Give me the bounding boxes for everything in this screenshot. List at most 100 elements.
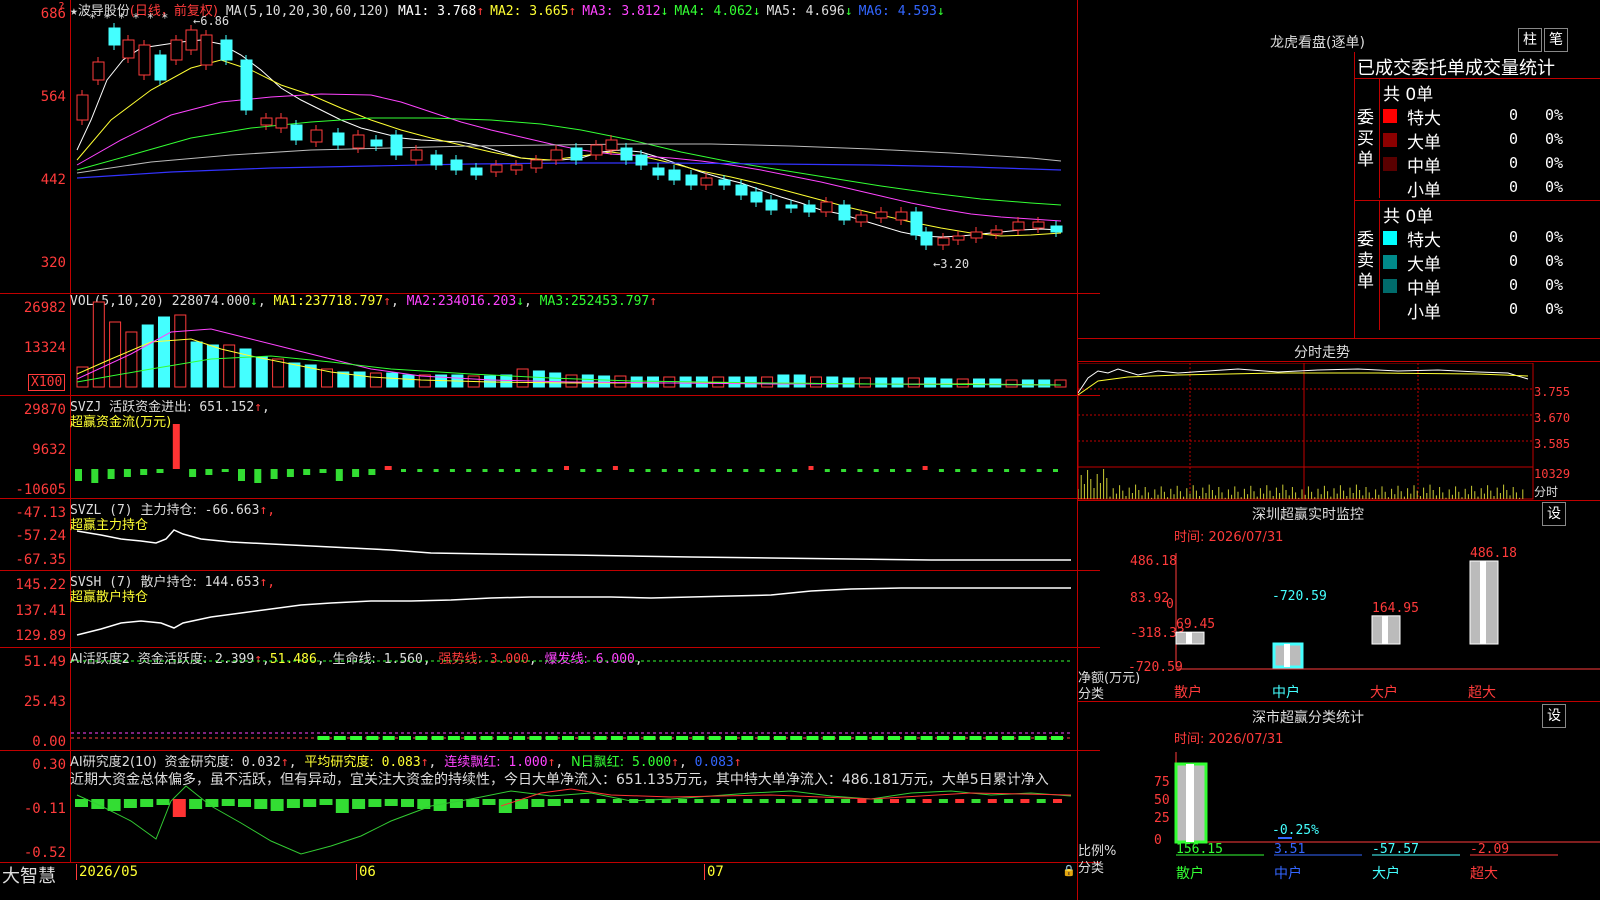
ai-research-bar [1004, 799, 1014, 803]
ai-active-bar [806, 736, 819, 740]
svzj-bar [971, 469, 977, 472]
candle [1012, 221, 1025, 231]
candle [652, 167, 665, 176]
svzj-bar [221, 469, 229, 472]
ai-research-bar [352, 799, 366, 809]
ai-research-bar [971, 799, 981, 803]
svzj-bar [580, 469, 586, 472]
color-swatch [1383, 109, 1397, 123]
svzj-bar [922, 466, 928, 470]
ai-research-bar [221, 799, 235, 806]
svzj-bar [531, 469, 537, 472]
volume-bar [793, 374, 806, 388]
ai-active-bar [1051, 736, 1063, 740]
classify-category: 中户 [1274, 865, 1302, 882]
candle [910, 211, 923, 236]
row-count: 0 [1509, 130, 1519, 148]
volume-bar [353, 371, 366, 388]
volume-bar [1054, 379, 1067, 388]
kline-chart: ←6.86 ←3.20 * * * * * * [76, 11, 1063, 271]
ai-active-bar [415, 736, 428, 740]
svzj-bar [857, 469, 863, 472]
ai-research-bar [612, 799, 622, 803]
ai-active-pane[interactable]: 51.49 25.43 0.00 AI活跃度2 资金活跃度: 2.399↑,51… [0, 648, 1100, 751]
candle [332, 132, 345, 146]
volume-bar [125, 331, 138, 388]
intraday-tick: 3.585 [1534, 437, 1571, 451]
ai-research-bar [498, 799, 512, 813]
classify-panel: 深市超赢分类统计 设 时间: 2026/07/31 比例% 分类 75 50 25 0… [1078, 702, 1600, 900]
row-name: 中单 [1407, 157, 1441, 177]
ai-research-bar [873, 799, 883, 803]
ai-research-bar [531, 799, 545, 807]
intraday-panel[interactable]: 分时走势 3.755 3.670 3.585 10329 分时 [1078, 339, 1600, 501]
classify-settings-button[interactable]: 设 [1542, 704, 1566, 728]
svzj-bar [286, 469, 294, 477]
ai-active-bar [610, 736, 623, 740]
ai-research-pane[interactable]: 0.30 -0.11 -0.52 AI研究度2(10) 资金研究度: 0.032… [0, 751, 1100, 863]
svzj-bar [123, 469, 131, 477]
vol-tick: 26982 [23, 300, 66, 316]
svzl-tick: -47.13 [15, 505, 66, 521]
monitor-category: 散户 [1174, 684, 1202, 701]
ai-research-bar [987, 799, 997, 803]
svzj-bar [547, 469, 553, 472]
svsh-tick: 137.41 [15, 603, 66, 619]
ai-research-bar [743, 799, 753, 803]
monitor-category: 大户 [1370, 684, 1398, 701]
candle [820, 201, 833, 213]
svsh-pane[interactable]: 145.22 137.41 129.89 SVSH (7) 散户持仓: 144.… [0, 571, 1100, 648]
candle [200, 34, 213, 66]
svzl-pane[interactable]: -47.13 -57.24 -67.35 SVZL (7) 主力持仓: -66.… [0, 499, 1100, 571]
ai-research-bar [384, 799, 398, 806]
svzj-bar [466, 469, 472, 472]
candle [450, 159, 463, 171]
svzj-bar [352, 469, 360, 477]
intraday-title: 分时走势 [1294, 345, 1350, 361]
svzj-bar [205, 469, 213, 475]
svzj-bar [906, 469, 912, 472]
tick-mode-button[interactable]: 笔 [1544, 28, 1568, 52]
ai-active-bar [871, 736, 884, 740]
svzj-bar [792, 469, 798, 472]
classify-tick: 0 [1154, 833, 1162, 848]
monitor-settings-button[interactable]: 设 [1542, 502, 1566, 526]
ai-active-bar [708, 736, 721, 740]
svzj-bar [498, 469, 504, 472]
svzj-pane[interactable]: 29870 9632 -10605 SVZJ 活跃资金进出: 651.152↑,… [0, 396, 1100, 499]
volume-pane[interactable]: 26982 13324 X100 VOL(5,10,20) 228074.000… [0, 294, 1100, 396]
svzj-bar [140, 469, 148, 475]
ai-active-bar [725, 736, 737, 740]
ai-research-tick: 0.30 [32, 757, 66, 773]
classify-bar [1278, 837, 1292, 839]
date-label: 07 [704, 864, 724, 880]
classify-category: 超大 [1470, 866, 1498, 882]
candle [735, 184, 748, 196]
ai-research-bar [482, 799, 496, 805]
classify-title: 深市超赢分类统计 [1252, 710, 1364, 726]
monitor-bar-label: -720.59 [1272, 589, 1327, 604]
svzj-bar [254, 469, 262, 483]
candle [92, 61, 105, 81]
row-pct: 0% [1545, 178, 1564, 196]
lock-icon[interactable]: 🔒 [1062, 864, 1076, 877]
volume-bar [402, 374, 415, 388]
volume-bar [255, 356, 268, 388]
color-swatch [1383, 279, 1397, 293]
classify-category: 大户 [1372, 865, 1400, 882]
ai-active-bar [790, 736, 803, 740]
monitor-chart: 486.1883.920-318.33-720.5969.45散户-720.59… [1128, 546, 1600, 701]
volume-bar [190, 341, 203, 388]
volume-bar [777, 374, 790, 388]
volume-bar [141, 324, 154, 388]
kline-pane[interactable]: 686 564 442 320 ? ★波导股份(日线，前复权) MA(5,10,… [0, 0, 1100, 294]
price-tick: 442 [40, 172, 66, 188]
monitor-bar-highlight [1284, 644, 1290, 667]
svzj-bar [873, 469, 879, 472]
candle [310, 129, 323, 143]
bar-mode-button[interactable]: 柱 [1518, 28, 1542, 52]
ai-active-bar [1018, 736, 1031, 740]
volume-bar [875, 377, 888, 388]
ai-active-bar [366, 736, 379, 740]
candle [550, 149, 563, 161]
